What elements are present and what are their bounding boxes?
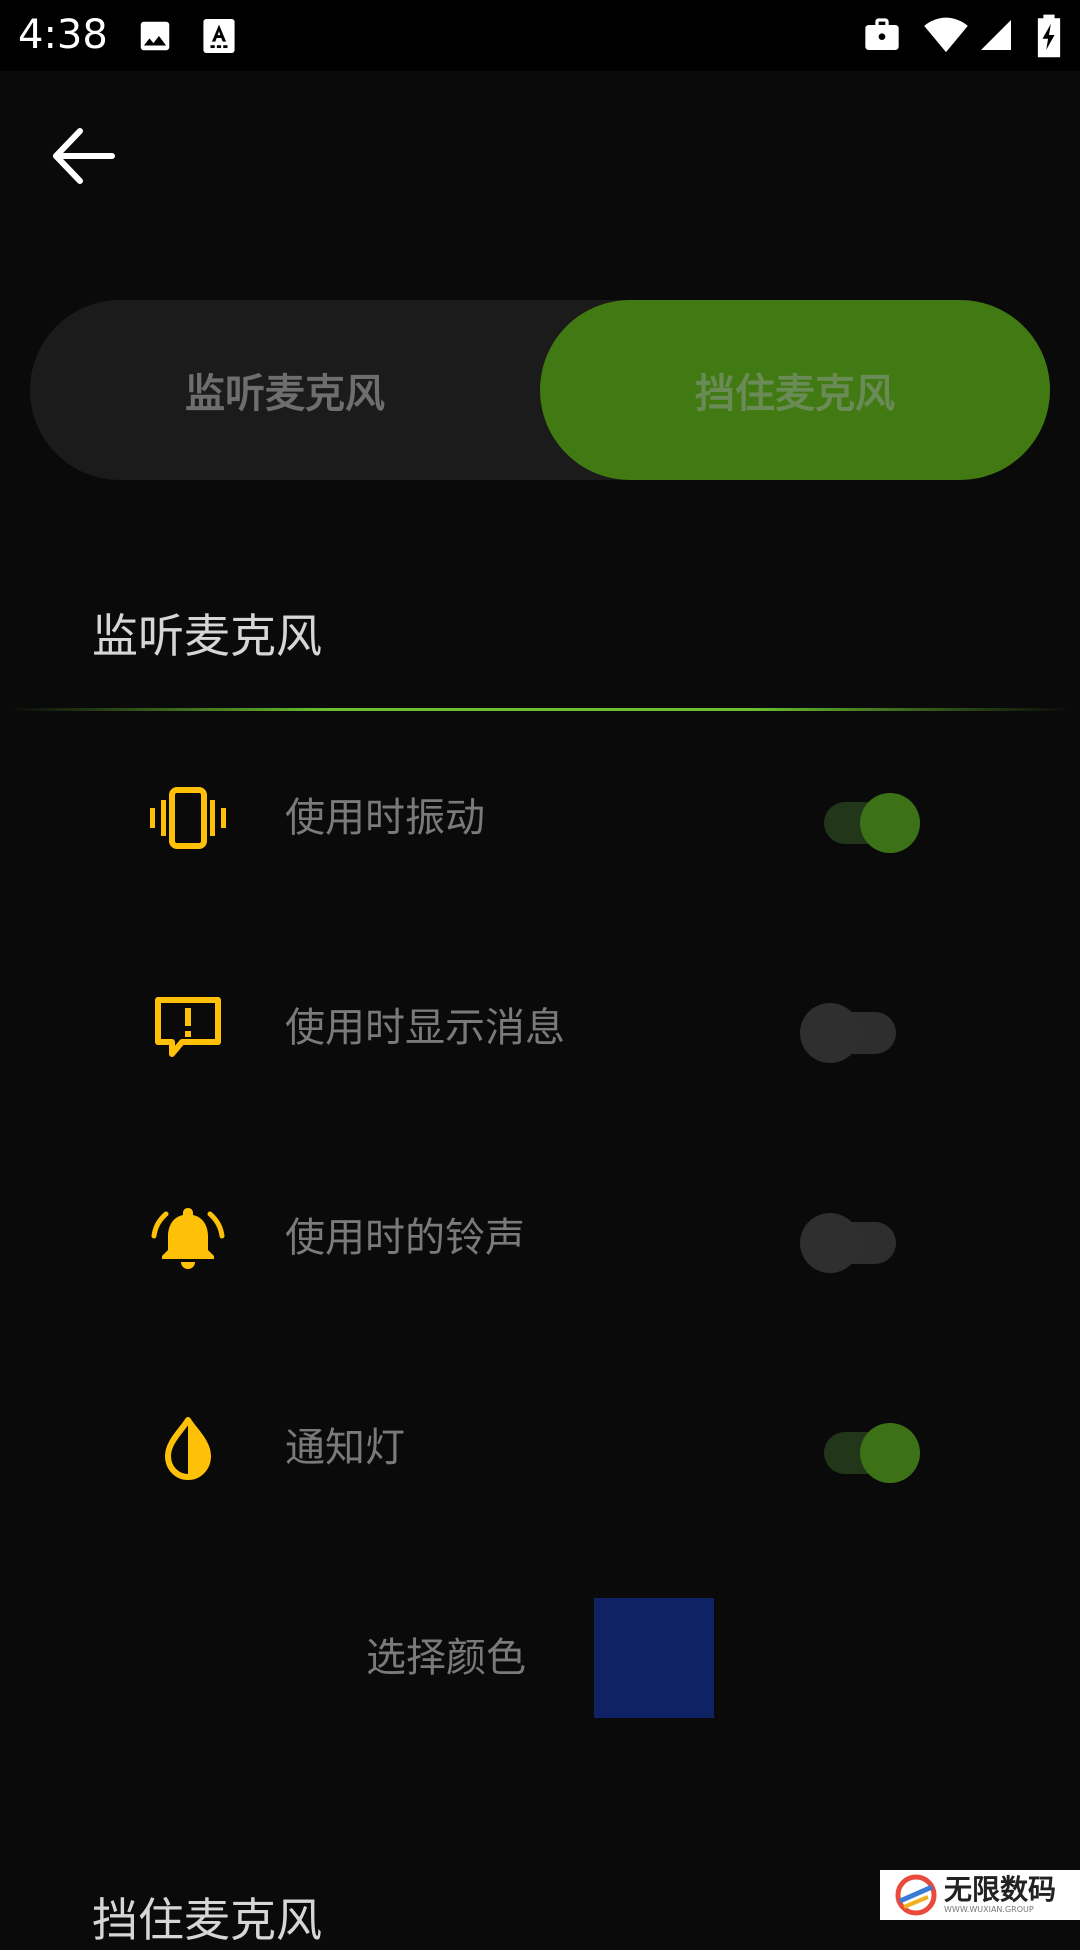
setting-label-notification-light: 通知灯 (285, 1425, 405, 1471)
arrow-left-icon (53, 128, 115, 184)
section-title-block: 挡住麦克风 (92, 1893, 322, 1947)
ringtone-toggle[interactable] (800, 1213, 920, 1273)
section-divider (10, 708, 1070, 711)
setting-label-ringtone: 使用时的铃声 (285, 1215, 525, 1261)
status-time: 4:38 (18, 12, 108, 58)
status-bar: 4:38 (0, 0, 1080, 71)
text-a-icon (203, 19, 235, 53)
tab-block-mic[interactable]: 挡住麦克风 (540, 300, 1050, 480)
toggle-thumb (800, 1003, 860, 1063)
vibration-icon (150, 787, 226, 849)
briefcase-icon (865, 18, 899, 50)
message-alert-icon (155, 997, 221, 1057)
toggle-thumb (860, 1423, 920, 1483)
watermark-text: 无限数码 (944, 1873, 1057, 1906)
setting-row-notification-light[interactable]: 通知灯 (0, 1393, 1080, 1503)
color-swatch[interactable] (594, 1598, 714, 1718)
toggle-thumb (860, 793, 920, 853)
notification-light-toggle[interactable] (800, 1423, 920, 1483)
notification-light-icon (165, 1417, 211, 1480)
image-icon (140, 21, 170, 51)
signal-icon (981, 20, 1011, 50)
bell-ring-icon (151, 1208, 225, 1269)
setting-row-ringtone[interactable]: 使用时的铃声 (0, 1183, 1080, 1293)
section-title-listen: 监听麦克风 (92, 609, 322, 663)
tab-listen-mic[interactable]: 监听麦克风 (30, 300, 540, 480)
vibrate-toggle[interactable] (800, 793, 920, 853)
setting-row-show-message[interactable]: 使用时显示消息 (0, 973, 1080, 1083)
setting-label-show-message: 使用时显示消息 (285, 1005, 565, 1051)
watermark-logo-icon (895, 1874, 937, 1916)
watermark-subtext: WWW.WUXIAN.GROUP (944, 1905, 1034, 1914)
toggle-thumb (800, 1213, 860, 1273)
mode-segmented-control: 监听麦克风 挡住麦克风 (30, 300, 1050, 480)
setting-row-vibrate[interactable]: 使用时振动 (0, 763, 1080, 873)
watermark-logo: 无限数码 WWW.WUXIAN.GROUP (880, 1870, 1080, 1920)
setting-label-vibrate: 使用时振动 (285, 795, 485, 841)
battery-charging-icon (1037, 14, 1061, 58)
choose-color-label: 选择颜色 (366, 1635, 526, 1681)
back-button[interactable] (50, 125, 120, 187)
show-message-toggle[interactable] (800, 1003, 920, 1063)
wifi-icon (924, 17, 968, 53)
